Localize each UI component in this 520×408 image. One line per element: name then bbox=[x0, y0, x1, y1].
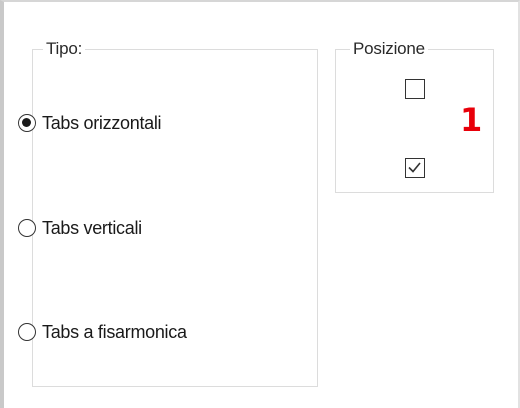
posizione-checkbox-checked[interactable] bbox=[405, 158, 425, 178]
radio-label-orizzontali: Tabs orizzontali bbox=[42, 112, 162, 133]
radio-label-fisarmonica: Tabs a fisarmonica bbox=[42, 321, 187, 342]
radio-button[interactable] bbox=[18, 323, 36, 341]
radio-button[interactable] bbox=[18, 219, 36, 237]
annotation-number: 1 bbox=[460, 101, 483, 139]
checkmark-icon bbox=[408, 162, 421, 173]
radio-tabs-fisarmonica[interactable]: Tabs a fisarmonica bbox=[18, 319, 187, 345]
posizione-legend: Posizione bbox=[350, 39, 428, 59]
posizione-checkbox-unchecked[interactable] bbox=[405, 79, 425, 99]
radio-tabs-verticali[interactable]: Tabs verticali bbox=[18, 215, 142, 241]
tipo-legend: Tipo: bbox=[43, 39, 86, 59]
radio-tabs-orizzontali[interactable]: Tabs orizzontali bbox=[18, 110, 162, 136]
radio-button-selected[interactable] bbox=[18, 114, 36, 132]
dialog-panel: Tipo: Tabs orizzontali Tabs verticali Ta… bbox=[0, 0, 520, 408]
radio-label-verticali: Tabs verticali bbox=[42, 217, 142, 238]
